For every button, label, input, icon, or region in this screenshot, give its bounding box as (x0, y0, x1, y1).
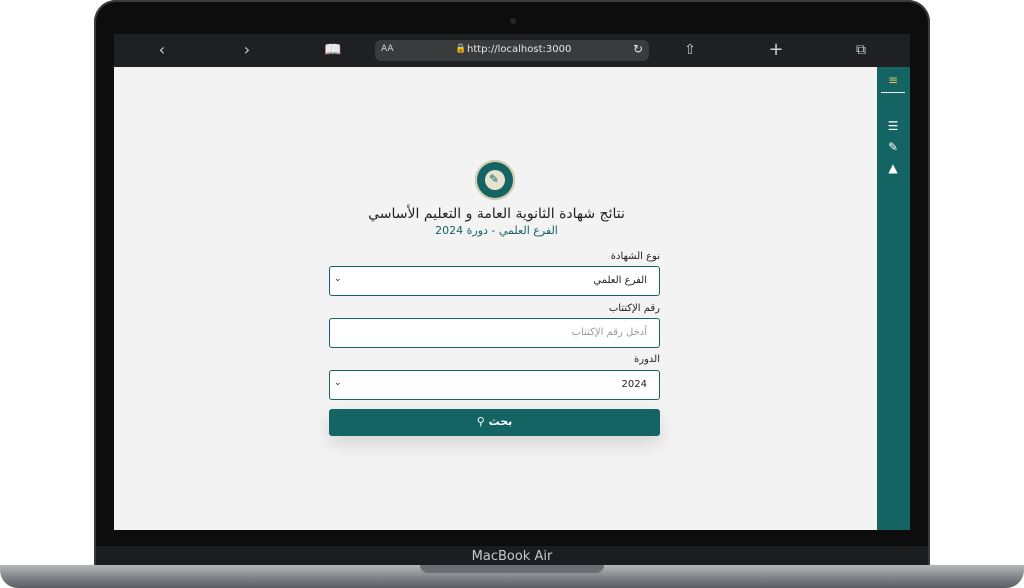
certificate-type-value: الفرع العلمي (593, 275, 647, 286)
back-icon[interactable]: ‹ (150, 40, 174, 60)
share-icon[interactable]: ⇧ (678, 40, 702, 60)
sidebar-divider (881, 92, 905, 93)
device-brand: MacBook Air (471, 549, 553, 564)
registration-number-label: رقم الإكتتاب (608, 303, 660, 314)
logo-emblem-icon: ✎ (489, 172, 500, 186)
search-button[interactable]: بحث ⚲ (329, 409, 660, 436)
session-select[interactable]: 2024 ⌄ (329, 370, 660, 400)
list-icon[interactable]: ☰ (885, 118, 901, 134)
session-label: الدورة (634, 354, 660, 365)
registration-number-input[interactable]: أدخل رقم الإكتتاب (329, 318, 660, 348)
forward-icon[interactable]: › (235, 40, 259, 60)
laptop-notch (420, 565, 604, 573)
browser-toolbar: ‹ › 📖 AA 🔒 http://localhost:3000 ↻ ⇧ + ⧉ (114, 34, 910, 67)
session-value: 2024 (621, 379, 647, 390)
lock-icon: 🔒 (455, 44, 467, 54)
menu-icon[interactable]: ≡ (885, 72, 901, 88)
web-page: ✎ نتائج شهادة الثانوية العامة و التعليم … (114, 67, 910, 530)
page-title: نتائج شهادة الثانوية العامة و التعليم ال… (368, 206, 625, 222)
camera (510, 18, 516, 24)
screen: ‹ › 📖 AA 🔒 http://localhost:3000 ↻ ⇧ + ⧉… (114, 34, 910, 530)
reload-icon[interactable]: ↻ (633, 42, 643, 56)
page-subtitle: الفرع العلمي - دورة 2024 (435, 224, 558, 237)
main-content: ✎ نتائج شهادة الثانوية العامة و التعليم … (114, 67, 877, 530)
search-button-label: بحث (488, 415, 513, 428)
url-text[interactable]: http://localhost:3000 (467, 44, 571, 55)
bookmarks-icon[interactable]: 📖 (321, 40, 345, 60)
chevron-down-icon: ⌄ (334, 274, 342, 284)
tabs-icon[interactable]: ⧉ (849, 40, 873, 60)
certificate-type-select[interactable]: الفرع العلمي ⌄ (329, 266, 660, 296)
certificate-type-label: نوع الشهادة (610, 251, 660, 262)
registration-number-placeholder: أدخل رقم الإكتتاب (571, 327, 647, 338)
new-tab-icon[interactable]: + (764, 40, 788, 60)
pen-icon[interactable]: ✎ (885, 139, 901, 155)
logo: ✎ (475, 160, 515, 200)
chevron-down-icon: ⌄ (334, 378, 342, 388)
address-bar[interactable]: AA 🔒 http://localhost:3000 ↻ (375, 40, 649, 61)
sidebar: ≡ ☰ ✎ ▲ (877, 67, 910, 530)
graduation-cap-icon[interactable]: ▲ (885, 160, 901, 176)
search-icon: ⚲ (476, 415, 485, 428)
reader-label[interactable]: AA (381, 44, 394, 54)
